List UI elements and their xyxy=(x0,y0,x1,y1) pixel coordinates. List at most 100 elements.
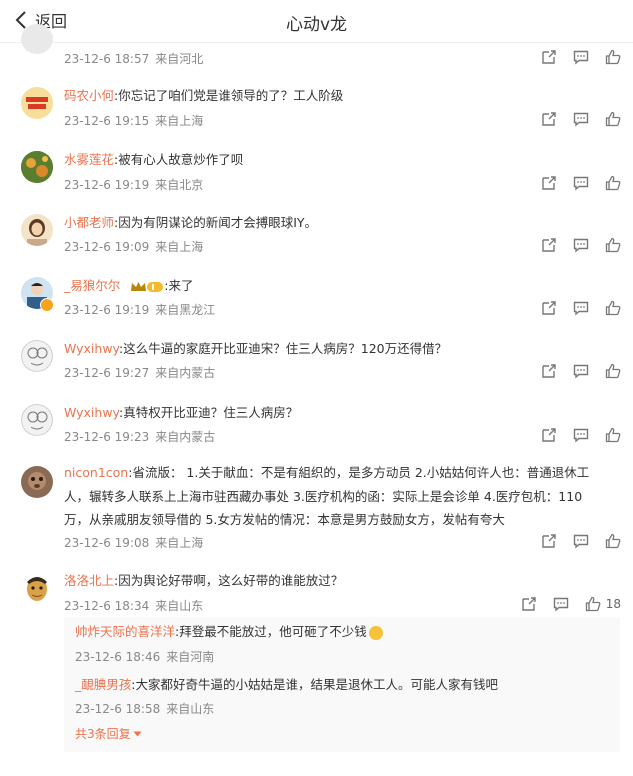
like-icon xyxy=(605,237,621,253)
share-icon xyxy=(542,428,556,442)
verified-badge xyxy=(40,298,54,312)
comment-text: _易狼尔尔 :来了 xyxy=(64,275,193,297)
comment-meta: 23-12-6 19:23 来自内蒙古 xyxy=(64,428,215,445)
comment-icon xyxy=(573,301,589,316)
comment-text: Wyxihwy:真特权开比亚迪？住三人病房？ xyxy=(64,402,298,424)
comment-button[interactable] xyxy=(573,111,589,127)
reply-text: _靦腆男孩:大家都好奇牛逼的小姑姑是谁，结果是退休工人。可能人家有钱吧 xyxy=(75,675,498,695)
share-button[interactable] xyxy=(541,300,557,316)
comment-button[interactable] xyxy=(573,237,589,253)
avatar[interactable] xyxy=(21,340,53,372)
like-button[interactable] xyxy=(605,175,621,191)
share-button[interactable] xyxy=(541,427,557,443)
comment-username[interactable]: nicon1con xyxy=(64,465,128,480)
comment-button[interactable] xyxy=(573,300,589,316)
comment-username[interactable]: Wyxihwy xyxy=(64,341,119,356)
comment-button[interactable] xyxy=(573,533,589,549)
comment-location: 来自内蒙古 xyxy=(155,366,216,380)
like-button[interactable] xyxy=(605,363,621,379)
like-button[interactable] xyxy=(605,237,621,253)
comment-username[interactable]: _易狼尔尔 xyxy=(64,278,120,293)
like-icon xyxy=(605,49,621,65)
avatar[interactable] xyxy=(21,572,53,604)
comment-icon xyxy=(573,364,589,379)
share-button[interactable] xyxy=(541,363,557,379)
like-button[interactable] xyxy=(605,49,621,65)
comment-location: 来自上海 xyxy=(155,536,204,550)
comment-content-line1: :省流版： 1.关于献血：不是有組织的，是多方动员 2.小姑姑何许人也：普通退休… xyxy=(128,465,590,480)
comment-time: 23-12-6 19:08 xyxy=(64,536,150,550)
comment-icon xyxy=(573,428,589,443)
reply-location: 来自河南 xyxy=(166,650,215,664)
comment-actions xyxy=(525,533,621,549)
caret-down-icon xyxy=(133,731,142,737)
comment-button[interactable] xyxy=(553,596,569,612)
comment-content: :来了 xyxy=(164,278,194,293)
comment-username[interactable]: 水雾莲花 xyxy=(64,152,114,167)
comment-time: 23-12-6 19:09 xyxy=(64,240,150,254)
reply-content: :大家都好奇牛逼的小姑姑是谁，结果是退休工人。可能人家有钱吧 xyxy=(131,677,498,692)
top-bar: 返回 心动v龙 xyxy=(0,0,633,43)
avatar[interactable] xyxy=(21,87,53,119)
comment-button[interactable] xyxy=(573,427,589,443)
comment-icon xyxy=(573,238,589,253)
reply-username[interactable]: _靦腆男孩 xyxy=(75,677,131,692)
comment-meta: 23-12-6 19:19 来自北京 xyxy=(64,176,203,193)
comment-username[interactable]: 洛洛北上 xyxy=(64,573,114,588)
comment-actions xyxy=(525,111,621,127)
avatar[interactable] xyxy=(21,466,53,498)
share-button[interactable] xyxy=(541,175,557,191)
like-count: 18 xyxy=(605,597,621,611)
avatar-image xyxy=(21,404,53,436)
reply-username[interactable]: 帅炸天际的喜洋洋 xyxy=(75,624,175,639)
comment-content-line3: 万，从亲戚朋友领导借的 5.女方发帖的情况：本意是男方鼓励女方，发帖有夸大 xyxy=(64,512,505,527)
share-button[interactable] xyxy=(541,49,557,65)
avatar-image xyxy=(21,214,53,246)
comment-meta: 23-12-6 19:27 来自内蒙古 xyxy=(64,364,215,381)
like-button[interactable] xyxy=(605,533,621,549)
share-button[interactable] xyxy=(521,596,537,612)
avatar[interactable] xyxy=(21,404,53,436)
comment-time: 23-12-6 19:15 xyxy=(64,114,150,128)
comment-content: :这么牛逼的家庭开比亚迪宋？住三人病房？120万还得借？ xyxy=(119,341,448,356)
comment-button[interactable] xyxy=(573,49,589,65)
reply-content: :拜登最不能放过，他可砸了不少钱 xyxy=(175,624,367,639)
comment-meta: 23-12-6 19:15 来自上海 xyxy=(64,112,203,129)
avatar[interactable] xyxy=(21,214,53,246)
like-button[interactable]: 18 xyxy=(585,596,621,612)
share-icon xyxy=(542,112,556,126)
comment-username[interactable]: 码农小何 xyxy=(64,88,114,103)
like-button[interactable] xyxy=(605,111,621,127)
comment-username[interactable]: Wyxihwy xyxy=(64,405,119,420)
comment-text: 洛洛北上:因为舆论好带啊，这么好带的谁能放过？ xyxy=(64,570,343,592)
comment-button[interactable] xyxy=(573,175,589,191)
share-icon xyxy=(542,238,556,252)
share-button[interactable] xyxy=(541,237,557,253)
comment-username[interactable]: 小都老师 xyxy=(64,215,114,230)
share-button[interactable] xyxy=(541,533,557,549)
comment-time: 23-12-6 18:57 xyxy=(64,52,150,66)
like-icon xyxy=(605,300,621,316)
avatar-image xyxy=(21,87,53,119)
share-button[interactable] xyxy=(541,111,557,127)
share-icon xyxy=(522,597,536,611)
reply-text: 帅炸天际的喜洋洋:拜登最不能放过，他可砸了不少钱 xyxy=(75,622,383,642)
like-button[interactable] xyxy=(605,427,621,443)
comment-time: 23-12-6 19:27 xyxy=(64,366,150,380)
like-icon xyxy=(605,427,621,443)
comment-time: 23-12-6 19:19 xyxy=(64,303,150,317)
comment-content: :因为有阴谋论的新闻才会搏眼球IY。 xyxy=(114,215,318,230)
comment-text: 水雾莲花:被有心人故意炒作了呗 xyxy=(64,149,243,171)
comment-location: 来自山东 xyxy=(155,599,204,613)
comment-actions xyxy=(525,175,621,191)
avatar[interactable] xyxy=(21,151,53,183)
avatar[interactable] xyxy=(21,24,53,54)
reply-thread: 帅炸天际的喜洋洋:拜登最不能放过，他可砸了不少钱 23-12-6 18:46 来自… xyxy=(64,617,620,752)
more-replies-link[interactable]: 共3条回复 xyxy=(75,725,142,742)
comment-button[interactable] xyxy=(573,363,589,379)
comment-content: :被有心人故意炒作了呗 xyxy=(114,152,244,167)
share-icon xyxy=(542,301,556,315)
comment-location: 来自河北 xyxy=(155,52,204,66)
like-button[interactable] xyxy=(605,300,621,316)
comment-time: 23-12-6 19:19 xyxy=(64,178,150,192)
